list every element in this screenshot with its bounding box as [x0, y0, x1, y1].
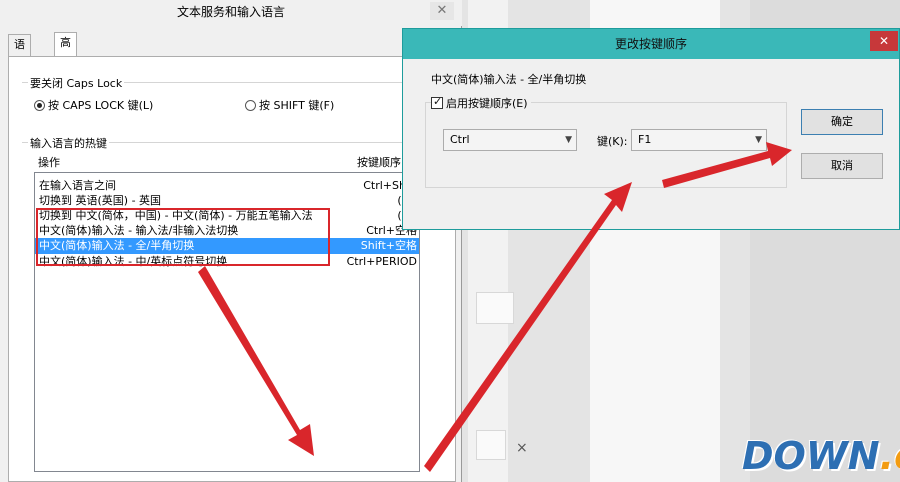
checkbox-label: 启用按键顺序(E) — [446, 97, 528, 110]
annotation-highlight-box — [36, 208, 330, 266]
hotkey-action: 在输入语言之间 — [39, 179, 116, 192]
change-key-sequence-dialog: 更改按键顺序 ✕ 中文(简体)输入法 - 全/半角切换 启用按键顺序(E) Ct… — [402, 28, 900, 230]
background-close-icon[interactable]: × — [516, 440, 528, 456]
key-select[interactable]: F1 ▼ — [631, 129, 767, 151]
list-item[interactable]: 在输入语言之间 Ctrl+Shift — [35, 178, 419, 194]
background-field — [476, 430, 506, 460]
modifier-select[interactable]: Ctrl ▼ — [443, 129, 577, 151]
chevron-down-icon: ▼ — [755, 135, 762, 145]
close-icon[interactable]: ✕ — [870, 31, 898, 51]
hotkey-group-label: 输入语言的热键 — [28, 135, 109, 151]
radio-caps-lock-key[interactable]: 按 CAPS LOCK 键(L) — [34, 97, 153, 113]
radio-shift-key[interactable]: 按 SHIFT 键(F) — [245, 97, 334, 113]
dialog-title: 文本服务和输入语言 — [0, 0, 462, 26]
chevron-down-icon: ▼ — [565, 135, 572, 145]
column-header-action[interactable]: 操作 — [38, 154, 60, 170]
watermark-suffix: .cc — [879, 434, 900, 478]
list-item[interactable]: 切换到 英语(英国) - 英国 (无) — [35, 193, 419, 209]
background-field — [476, 292, 514, 324]
tab-language-bar[interactable]: 语言栏 — [8, 34, 31, 91]
watermark-text: DOWN — [742, 434, 880, 478]
radio-label: 按 SHIFT 键(F) — [259, 99, 335, 112]
tab-advanced-key-settings[interactable]: 高级键设置 — [54, 32, 77, 129]
hotkey-action: 切换到 英语(英国) - 英国 — [39, 194, 162, 207]
close-icon[interactable]: ✕ — [430, 2, 454, 20]
hotkey-keys: Shift+空格 — [360, 239, 417, 252]
cancel-button[interactable]: 取消 — [801, 153, 883, 179]
enable-key-sequence-checkbox[interactable]: 启用按键顺序(E) — [431, 95, 531, 111]
caps-lock-group-label: 要关闭 Caps Lock — [28, 75, 125, 91]
hotkey-description: 中文(简体)输入法 - 全/半角切换 — [431, 73, 587, 86]
ok-button[interactable]: 确定 — [801, 109, 883, 135]
site-watermark-logo: DOWN.cc — [742, 434, 900, 478]
modifier-value: Ctrl — [450, 133, 470, 146]
key-value: F1 — [638, 133, 652, 146]
dialog-title: 更改按键顺序 — [403, 29, 899, 59]
radio-selected-icon — [34, 99, 45, 111]
column-header-key-sequence[interactable]: 按键顺序 — [357, 154, 401, 170]
radio-label: 按 CAPS LOCK 键(L) — [48, 99, 154, 112]
hotkey-keys: Ctrl+PERIOD — [346, 255, 417, 268]
key-label: 键(K): — [597, 135, 628, 148]
text-services-dialog: 文本服务和输入语言 ✕ 语言栏 高级键设置 要关闭 Caps Lock 按 CA… — [0, 0, 462, 482]
radio-unselected-icon — [245, 99, 256, 111]
checkbox-checked-icon — [431, 95, 443, 109]
